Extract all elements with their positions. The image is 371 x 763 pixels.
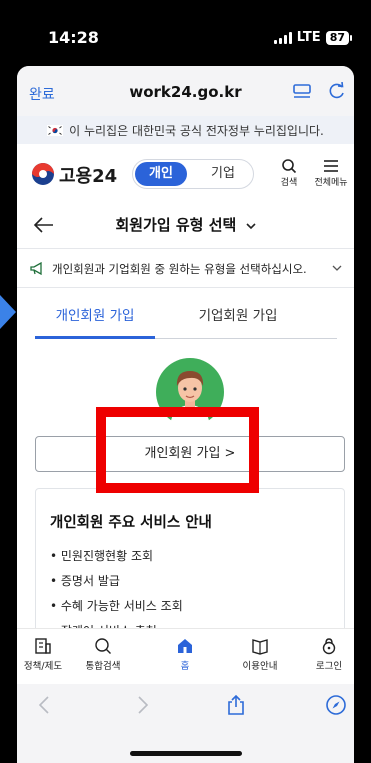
tab-search-label: 통합검색 [85, 661, 121, 672]
site-bottom-tabbar: 정책/제도 통합검색 홈 이용안내 로그인 [17, 628, 354, 684]
highlight-annotation [96, 407, 259, 493]
korean-flag-icon [47, 124, 64, 136]
member-tabs: 개인회원 가입 기업회원 가입 [35, 303, 337, 339]
status-indicators: LTE 87 [273, 30, 353, 45]
browser-toolbar [17, 684, 354, 763]
share-icon[interactable] [225, 694, 247, 716]
member-type-toggle: 개인 기업 [132, 159, 254, 189]
chevron-down-icon [332, 265, 342, 271]
header-search-label: 검색 [280, 178, 298, 188]
compass-icon[interactable] [325, 694, 347, 716]
status-time: 14:28 [48, 28, 99, 47]
browser-forward-icon[interactable] [131, 694, 153, 716]
login-lock-icon [322, 638, 336, 655]
pointer-arrow-icon [0, 295, 16, 329]
toggle-business-button[interactable]: 기업 [199, 162, 247, 186]
tab-login-label: 로그인 [315, 661, 343, 672]
tab-login[interactable]: 로그인 [299, 637, 354, 672]
site-header: 고용24 개인 기업 검색 전체메뉴 [17, 144, 354, 202]
tab-guide[interactable]: 이용안내 [230, 637, 290, 672]
header-menu-label: 전체메뉴 [314, 178, 348, 188]
network-type: LTE [296, 30, 321, 45]
tab-home[interactable]: 홈 [155, 637, 215, 672]
header-search-button[interactable]: 검색 [271, 158, 307, 188]
logo-text[interactable]: 고용24 [59, 162, 117, 188]
search-icon [282, 159, 297, 174]
gov-banner: 이 누리집은 대한민국 공식 전자정부 누리집입니다. [17, 116, 354, 144]
browser-back-icon[interactable] [34, 694, 56, 716]
browser-nav-bar: 완료 work24.go.kr [17, 66, 354, 116]
home-icon [178, 639, 192, 653]
toggle-personal-button[interactable]: 개인 [135, 162, 187, 186]
chevron-down-icon [245, 223, 256, 230]
page-title-dropdown[interactable]: 회원가입 유형 선택 [17, 214, 354, 235]
tab-policy[interactable]: 정책/제도 [17, 637, 73, 672]
tab-home-label: 홈 [180, 661, 190, 672]
tab-personal-signup[interactable]: 개인회원 가입 [35, 303, 155, 339]
goyong24-logo-icon[interactable] [31, 162, 55, 186]
page-header: 회원가입 유형 선택 [17, 202, 354, 248]
battery-icon: 87 [325, 30, 353, 45]
reader-list-icon[interactable] [293, 84, 311, 99]
notice-text: 개인회원과 기업회원 중 원하는 유형을 선택하십시오. [52, 262, 307, 276]
search-icon [95, 638, 111, 654]
tab-policy-label: 정책/제도 [23, 661, 63, 672]
header-menu-button[interactable]: 전체메뉴 [309, 158, 353, 188]
service-item: • 민원진행현황 조회 [50, 549, 154, 563]
signal-icon [273, 31, 292, 44]
page-title: 회원가입 유형 선택 [115, 216, 237, 234]
home-indicator [130, 751, 242, 756]
refresh-icon[interactable] [328, 82, 346, 100]
notice-bar[interactable]: 개인회원과 기업회원 중 원하는 유형을 선택하십시오. [17, 248, 354, 288]
guide-book-icon [252, 639, 268, 655]
tab-business-signup[interactable]: 기업회원 가입 [178, 303, 298, 339]
gov-banner-text: 이 누리집은 대한민국 공식 전자정부 누리집입니다. [69, 123, 324, 138]
tab-guide-label: 이용안내 [242, 661, 278, 672]
policy-icon [35, 638, 51, 654]
tab-integrated-search[interactable]: 통합검색 [73, 637, 133, 672]
services-title: 개인회원 주요 서비스 안내 [50, 515, 212, 531]
browser-sheet: 완료 work24.go.kr 이 누리집은 대한민국 공식 전자정부 누리집입… [17, 66, 354, 763]
service-item: • 수혜 가능한 서비스 조회 [50, 599, 183, 613]
megaphone-icon [30, 262, 42, 275]
service-item: • 증명서 발급 [50, 574, 120, 588]
status-bar: 14:28 LTE 87 [0, 0, 371, 62]
hamburger-menu-icon [324, 160, 338, 172]
